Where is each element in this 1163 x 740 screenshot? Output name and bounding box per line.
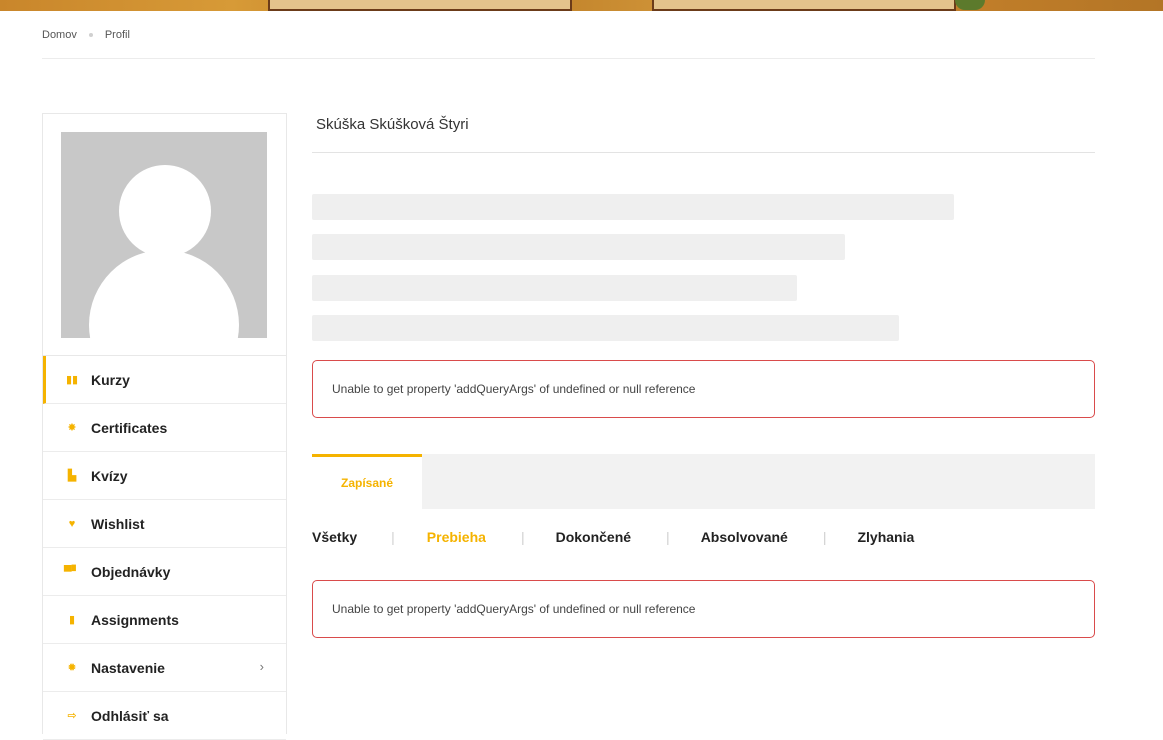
sidebar-item-label: Objednávky bbox=[91, 563, 171, 580]
loading-skeleton-line bbox=[312, 315, 899, 341]
filter-divider: | bbox=[666, 529, 670, 545]
file-icon: ▮ bbox=[68, 614, 76, 626]
filter-divider: | bbox=[822, 529, 827, 545]
divider bbox=[42, 58, 1095, 59]
filter-divider: | bbox=[520, 529, 525, 545]
heart-icon: ♥ bbox=[68, 517, 76, 530]
avatar-placeholder-body bbox=[89, 250, 239, 338]
puzzle-icon: ▙ bbox=[67, 470, 77, 482]
banner-decoration bbox=[268, 0, 572, 11]
avatar-placeholder-head bbox=[119, 165, 211, 257]
breadcrumb: Domov Profil bbox=[42, 29, 130, 41]
gear-icon: ✹ bbox=[67, 662, 77, 674]
filter-zlyhania[interactable]: Zlyhania bbox=[857, 529, 914, 545]
error-message: Unable to get property 'addQueryArgs' of… bbox=[312, 360, 1095, 418]
loading-skeleton-line bbox=[312, 234, 845, 260]
profile-name: Skúška Skúšková Štyri bbox=[316, 116, 469, 133]
sidebar-item-label: Assignments bbox=[91, 611, 179, 628]
filter-vsetky[interactable]: Všetky bbox=[312, 529, 357, 545]
banner-decoration bbox=[652, 0, 956, 11]
sidebar-item-objednavky[interactable]: ▀▘ Objednávky bbox=[43, 548, 286, 596]
banner-decoration bbox=[955, 0, 985, 10]
sidebar-item-wishlist[interactable]: ♥ Wishlist bbox=[43, 500, 286, 548]
sidebar-item-kurzy[interactable]: ▮▮ Kurzy bbox=[43, 356, 286, 404]
course-tabs: Zapísané bbox=[312, 454, 1095, 509]
filter-dokoncene[interactable]: Dokončené bbox=[556, 529, 631, 545]
breadcrumb-separator-dot bbox=[88, 33, 93, 37]
book-icon: ▮▮ bbox=[65, 374, 79, 386]
avatar bbox=[61, 132, 267, 338]
sidebar-item-label: Kurzy bbox=[91, 371, 130, 388]
profile-nav: ▮▮ Kurzy ✸ Certificates ▙ Kvízy ♥ Wishli… bbox=[43, 355, 286, 740]
breadcrumb-home-link[interactable]: Domov bbox=[42, 29, 77, 41]
sidebar-item-label: Wishlist bbox=[91, 515, 145, 532]
filter-absolvovane[interactable]: Absolvované bbox=[701, 529, 788, 545]
sidebar-item-assignments[interactable]: ▮ Assignments bbox=[43, 596, 286, 644]
sidebar-item-odhlasit-sa[interactable]: ⇨ Odhlásiť sa bbox=[43, 692, 286, 740]
divider bbox=[312, 152, 1095, 153]
loading-skeleton-line bbox=[312, 194, 954, 220]
sidebar-item-certificates[interactable]: ✸ Certificates bbox=[43, 404, 286, 452]
course-filter-bar: Všetky | Prebieha | Dokončené | Absolvov… bbox=[312, 529, 914, 545]
profile-sidebar: ▮▮ Kurzy ✸ Certificates ▙ Kvízy ♥ Wishli… bbox=[42, 113, 287, 740]
header-banner-image bbox=[0, 0, 1163, 11]
sidebar-item-kvizy[interactable]: ▙ Kvízy bbox=[43, 452, 286, 500]
certificate-icon: ✸ bbox=[67, 422, 77, 434]
tab-zapisane[interactable]: Zapísané bbox=[312, 454, 422, 509]
breadcrumb-current: Profil bbox=[104, 29, 130, 41]
error-message: Unable to get property 'addQueryArgs' of… bbox=[312, 580, 1095, 638]
cart-icon: ▀▘ bbox=[63, 566, 81, 578]
filter-prebieha[interactable]: Prebieha bbox=[427, 529, 486, 545]
sidebar-item-label: Nastavenie bbox=[91, 659, 165, 676]
loading-skeleton-line bbox=[312, 275, 797, 301]
sidebar-item-label: Kvízy bbox=[91, 467, 128, 484]
filter-divider: | bbox=[391, 529, 395, 545]
sidebar-item-nastavenie[interactable]: ✹ Nastavenie › bbox=[43, 644, 286, 692]
sidebar-item-label: Certificates bbox=[91, 419, 168, 436]
chevron-right-icon: › bbox=[259, 659, 264, 674]
